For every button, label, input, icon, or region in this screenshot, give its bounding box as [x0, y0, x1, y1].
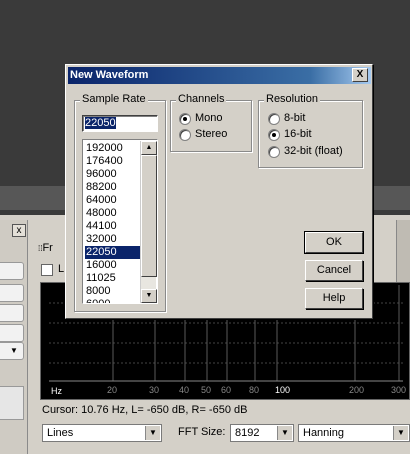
- mono-label: Mono: [195, 112, 223, 124]
- list-item[interactable]: 96000: [85, 168, 142, 181]
- chevron-down-icon: ▼: [145, 426, 160, 440]
- 8bit-label: 8-bit: [284, 112, 306, 124]
- checkbox-label: L: [58, 263, 65, 275]
- list-item-selected[interactable]: 22050: [85, 246, 142, 259]
- list-item[interactable]: 88200: [85, 181, 142, 194]
- chevron-down-icon: ▼: [10, 346, 18, 355]
- left-panel-field[interactable]: [0, 262, 24, 280]
- tick-label: 40: [179, 385, 190, 395]
- checkbox[interactable]: [41, 264, 53, 276]
- scroll-down-icon[interactable]: ▼: [141, 289, 157, 303]
- tick-label: 20: [107, 385, 118, 395]
- list-item[interactable]: 44100: [85, 220, 142, 233]
- left-panel-field[interactable]: [0, 284, 24, 302]
- fft-size-value: 8192: [235, 427, 260, 439]
- chevron-down-icon: ▼: [277, 426, 292, 440]
- 16bit-label: 16-bit: [284, 128, 312, 140]
- cancel-button[interactable]: Cancel: [305, 260, 363, 281]
- scroll-up-icon[interactable]: ▲: [141, 141, 157, 155]
- chevron-down-icon: ▼: [393, 426, 408, 440]
- list-item[interactable]: 6000: [85, 298, 142, 303]
- cursor-readout: Cursor: 10.76 Hz, L= -650 dB, R= -650 dB: [42, 404, 248, 416]
- ok-button[interactable]: OK: [304, 231, 364, 254]
- display-mode-value: Lines: [47, 427, 74, 439]
- tick-label: 300: [391, 385, 407, 395]
- tick-label: 80: [249, 385, 260, 395]
- 16bit-radio[interactable]: [268, 129, 280, 141]
- 32bit-float-label: 32-bit (float): [284, 145, 343, 157]
- help-button[interactable]: Help: [305, 288, 363, 309]
- axis-unit-label: Hz: [51, 386, 62, 396]
- list-item[interactable]: 8000: [85, 285, 142, 298]
- 8bit-radio[interactable]: [268, 113, 280, 125]
- sample-rate-input[interactable]: 22050: [82, 115, 158, 132]
- tab-label: Fr: [42, 242, 53, 254]
- left-panel-box: [0, 386, 24, 420]
- tick-label: 200: [349, 385, 365, 395]
- left-panel-field[interactable]: [0, 304, 24, 322]
- tab-frequency-analysis[interactable]: ⁞⁞Fr: [38, 240, 66, 256]
- fft-size-label: FFT Size:: [178, 426, 226, 438]
- mono-radio[interactable]: [179, 113, 191, 125]
- tick-label: 30: [149, 385, 160, 395]
- list-item[interactable]: 11025: [85, 272, 142, 285]
- sample-rate-scrollbar[interactable]: ▲ ▼: [140, 141, 157, 303]
- fft-size-select[interactable]: 8192 ▼: [230, 424, 294, 442]
- sample-rate-value: 22050: [85, 117, 116, 129]
- list-item[interactable]: 64000: [85, 194, 142, 207]
- scroll-thumb[interactable]: [141, 155, 157, 277]
- tick-label: 50: [201, 385, 212, 395]
- left-panel-close-icon[interactable]: x: [12, 224, 26, 237]
- list-item[interactable]: 176400: [85, 155, 142, 168]
- list-item[interactable]: 48000: [85, 207, 142, 220]
- window-function-value: Hanning: [303, 427, 344, 439]
- stereo-radio[interactable]: [179, 129, 191, 141]
- list-item[interactable]: 16000: [85, 259, 142, 272]
- list-item[interactable]: 32000: [85, 233, 142, 246]
- tick-label: 60: [221, 385, 232, 395]
- channels-group: [170, 100, 252, 152]
- window-function-select[interactable]: Hanning ▼: [298, 424, 410, 442]
- left-panel-field[interactable]: [0, 324, 24, 342]
- close-button[interactable]: X: [352, 68, 368, 82]
- stereo-label: Stereo: [195, 128, 228, 140]
- display-mode-select[interactable]: Lines ▼: [42, 424, 162, 442]
- dialog-title: New Waveform: [70, 69, 149, 81]
- tick-label: 100: [275, 385, 291, 395]
- channels-legend: Channels: [176, 93, 227, 105]
- resolution-legend: Resolution: [264, 93, 320, 105]
- 32bit-float-radio[interactable]: [268, 146, 280, 158]
- list-item[interactable]: 192000: [85, 142, 142, 155]
- sample-rate-legend: Sample Rate: [80, 93, 148, 105]
